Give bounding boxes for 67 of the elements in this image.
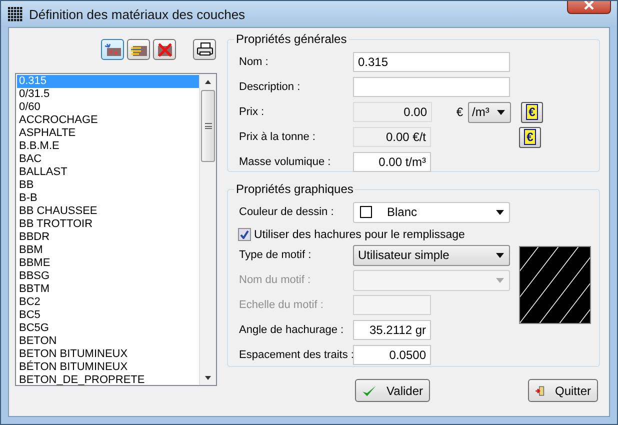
unit-dropdown[interactable]: /m³ (468, 102, 511, 122)
material-item[interactable]: BETON (17, 335, 199, 348)
scrollbar[interactable] (199, 74, 216, 385)
new-material-button[interactable] (101, 39, 124, 60)
material-item[interactable]: BB (17, 179, 199, 192)
field-label: Masse volumique : (239, 156, 332, 168)
field-label: Type de motif : (239, 249, 312, 261)
field-label: Nom : (239, 56, 270, 68)
quit-button[interactable]: Quitter (528, 379, 598, 402)
material-item[interactable]: 0/31.5 (17, 88, 199, 101)
window-title: Définition des matériaux des couches (29, 6, 246, 22)
material-item[interactable]: B-B (17, 192, 199, 205)
print-button[interactable] (193, 39, 216, 60)
material-item[interactable]: BBTM (17, 283, 199, 296)
grid-icon (7, 6, 23, 22)
material-item[interactable]: BÉTON BITUMINEUX (17, 361, 199, 374)
validate-button[interactable]: Valider (355, 379, 430, 402)
field-label: Prix : (239, 106, 266, 118)
material-item[interactable]: ACCROCHAGE (17, 114, 199, 127)
material-item[interactable]: BAC (17, 153, 199, 166)
group-title: Propriétés graphiques (235, 182, 354, 196)
checkbox-label: Utiliser des hachures pour le remplissage (254, 228, 465, 240)
material-item[interactable]: BB CHAUSSEE (17, 205, 199, 218)
price-field[interactable]: 0.00 (353, 102, 432, 122)
material-item[interactable]: BBDR (17, 231, 199, 244)
pattern-scale-field[interactable] (353, 295, 431, 315)
material-item[interactable]: BBME (17, 257, 199, 270)
euro-button[interactable]: € (521, 102, 543, 122)
field-label: Espacement des traits : (239, 349, 353, 361)
material-item[interactable]: 0/60 (17, 101, 199, 114)
material-item[interactable]: BBM (17, 244, 199, 257)
delete-material-button[interactable] (153, 39, 176, 60)
material-item[interactable]: BC5 (17, 309, 199, 322)
price-per-ton-field[interactable]: 0.00 €/t (353, 127, 431, 147)
field-label: Description : (239, 81, 302, 93)
color-dropdown[interactable]: Blanc (353, 202, 510, 222)
copy-material-button[interactable] (127, 39, 150, 60)
hatch-angle-field[interactable]: 35.2112 gr (353, 320, 431, 340)
field-label: Echelle du motif : (239, 299, 324, 311)
new-layer-icon (104, 42, 122, 56)
material-item[interactable]: BC2 (17, 296, 199, 309)
description-field[interactable] (353, 77, 510, 97)
color-swatch (360, 206, 372, 218)
euro-button[interactable]: € (519, 126, 541, 148)
field-label: Couleur de dessin : (239, 206, 335, 218)
euro-icon: € (526, 104, 538, 120)
group-title: Propriétés générales (235, 32, 348, 46)
line-spacing-field[interactable]: 0.0500 (353, 345, 431, 365)
name-field[interactable]: 0.315 (353, 52, 510, 72)
euro-icon: € (524, 129, 536, 145)
close-icon (583, 1, 595, 10)
material-item[interactable]: BBSG (17, 270, 199, 283)
material-item[interactable]: BC5G (17, 322, 199, 335)
hatching-checkbox[interactable] (238, 228, 251, 241)
material-item[interactable]: ASPHALTE (17, 127, 199, 140)
field-label: Prix à la tonne : (239, 131, 316, 143)
field-label: Angle de hachurage : (239, 324, 345, 336)
pattern-type-dropdown[interactable]: Utilisateur simple (353, 244, 510, 266)
material-item[interactable]: BETON_DE_PROPRETE (17, 374, 199, 385)
density-field[interactable]: 0.00 t/m³ (353, 152, 431, 172)
printer-icon (196, 42, 214, 57)
field-label: Nom du motif : (239, 274, 312, 286)
material-item[interactable]: BB TROTTOIR (17, 218, 199, 231)
material-item[interactable]: BETON BITUMINEUX (17, 348, 199, 361)
material-item[interactable]: BALLAST (17, 166, 199, 179)
delete-layer-icon (156, 42, 174, 56)
material-item[interactable]: B.B.M.E (17, 140, 199, 153)
